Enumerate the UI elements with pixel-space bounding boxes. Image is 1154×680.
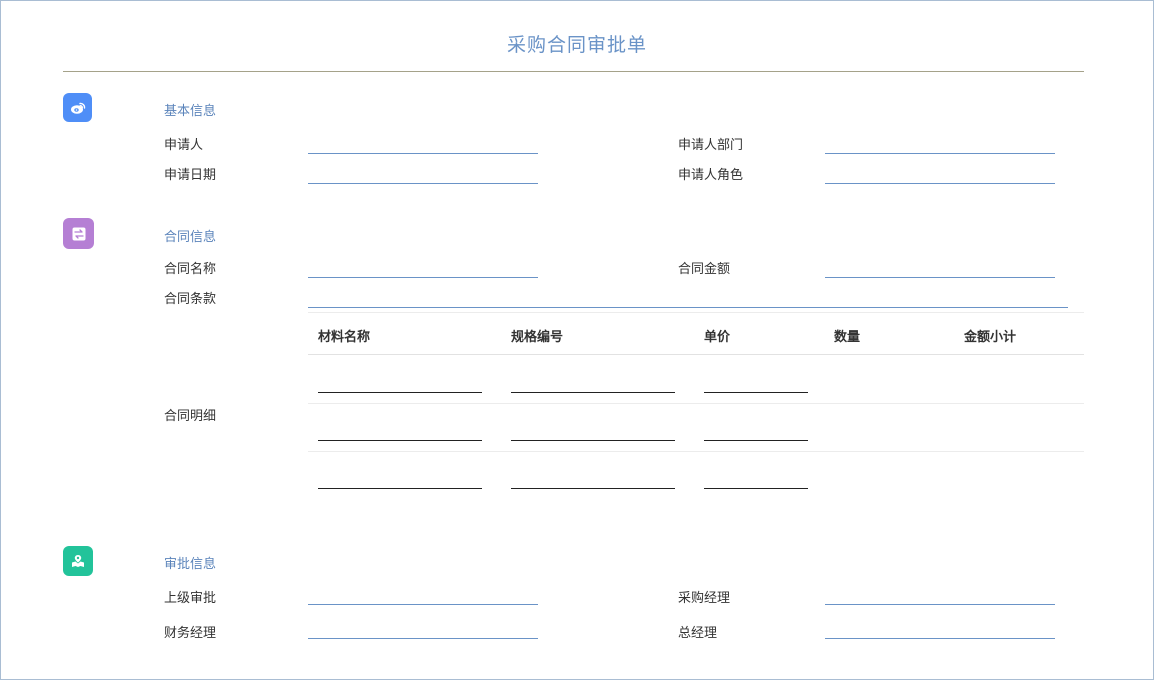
column-header-quantity: 数量: [834, 330, 861, 345]
section-title-approval: 审批信息: [164, 557, 217, 572]
swap-icon: [63, 218, 94, 249]
column-header-price: 单价: [704, 330, 731, 345]
apply-date-field[interactable]: [308, 183, 538, 184]
unit-price-input[interactable]: [704, 440, 808, 443]
superior-approval-label: 上级审批: [164, 591, 217, 606]
general-manager-label: 总经理: [678, 626, 718, 641]
finance-manager-field[interactable]: [308, 638, 538, 639]
applicant-field[interactable]: [308, 153, 538, 154]
purchase-manager-label: 采购经理: [678, 591, 731, 606]
contract-name-field[interactable]: [308, 277, 538, 278]
title-divider: [63, 71, 1084, 72]
section-title-contract: 合同信息: [164, 230, 217, 245]
material-name-input[interactable]: [318, 440, 482, 443]
column-header-material: 材料名称: [318, 330, 371, 345]
spec-number-input[interactable]: [511, 392, 675, 395]
contract-amount-label: 合同金额: [678, 262, 731, 277]
applicant-role-label: 申请人角色: [678, 168, 744, 183]
contract-terms-label: 合同条款: [164, 292, 217, 307]
section-title-basic: 基本信息: [164, 104, 217, 119]
table-row-border: [308, 451, 1084, 452]
page-title: 采购合同审批单: [506, 34, 647, 56]
applicant-dept-label: 申请人部门: [678, 138, 744, 153]
unit-price-input[interactable]: [704, 392, 808, 395]
applicant-dept-field[interactable]: [825, 153, 1055, 154]
table-top-border: [308, 312, 1084, 313]
spec-number-input[interactable]: [511, 488, 675, 491]
material-name-input[interactable]: [318, 392, 482, 395]
column-header-spec: 规格编号: [511, 330, 564, 345]
contract-name-label: 合同名称: [164, 262, 217, 277]
applicant-role-field[interactable]: [825, 183, 1055, 184]
spec-number-input[interactable]: [511, 440, 675, 443]
weibo-icon: [63, 93, 92, 122]
applicant-label: 申请人: [164, 138, 204, 153]
finance-manager-label: 财务经理: [164, 626, 217, 641]
column-header-subtotal: 金额小计: [964, 330, 1017, 345]
unit-price-input[interactable]: [704, 488, 808, 491]
apply-date-label: 申请日期: [164, 168, 217, 183]
map-icon: [63, 546, 93, 576]
material-name-input[interactable]: [318, 488, 482, 491]
purchase-manager-field[interactable]: [825, 604, 1055, 605]
table-row-border: [308, 403, 1084, 404]
contract-terms-field[interactable]: [308, 307, 1068, 308]
table-header-border: [308, 354, 1084, 355]
contract-amount-field[interactable]: [825, 277, 1055, 278]
superior-approval-field[interactable]: [308, 604, 538, 605]
general-manager-field[interactable]: [825, 638, 1055, 639]
contract-detail-label: 合同明细: [164, 409, 217, 424]
